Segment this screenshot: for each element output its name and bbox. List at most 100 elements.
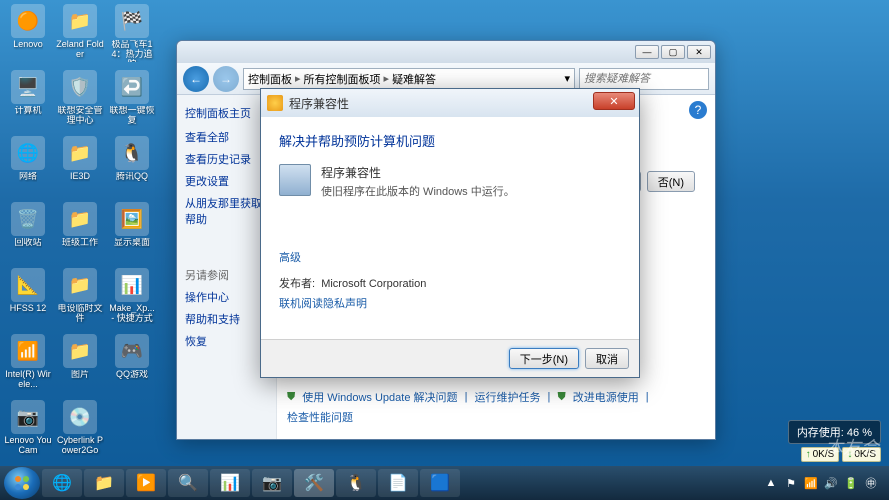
desktop-icon[interactable]: 💿Cyberlink Power2Go xyxy=(56,400,104,462)
desktop-icon[interactable]: 🏁极品飞车14：热力追踪 xyxy=(108,4,156,66)
desktop-icon[interactable]: 📊Make_Xp... - 快捷方式 xyxy=(108,268,156,330)
icon-label: HFSS 12 xyxy=(10,304,47,314)
icon-label: 极品飞车14：热力追踪 xyxy=(108,40,156,62)
desktop-icon[interactable]: 🛡️联想安全管理中心 xyxy=(56,70,104,132)
shield-icon xyxy=(267,95,283,111)
sidebar-link[interactable]: 从朋友那里获取帮助 xyxy=(185,195,268,227)
icon-label: 腾讯QQ xyxy=(116,172,148,182)
icon-image: 📁 xyxy=(63,4,97,38)
desktop-icon[interactable]: 📐HFSS 12 xyxy=(4,268,52,330)
start-button[interactable] xyxy=(4,467,40,499)
icon-label: Lenovo xyxy=(13,40,43,50)
link-power[interactable]: 改进电源使用 xyxy=(573,389,639,405)
desktop-icon[interactable]: 📁IE3D xyxy=(56,136,104,198)
taskbar-item-media[interactable]: ▶️ xyxy=(126,469,166,497)
icon-image: 🌐 xyxy=(11,136,45,170)
icon-image: 🖼️ xyxy=(115,202,149,236)
breadcrumb-item[interactable]: 所有控制面板项 xyxy=(304,71,381,87)
shield-icon: ⛊ xyxy=(557,391,565,404)
icon-image: 🗑️ xyxy=(11,202,45,236)
compatibility-wizard: 程序兼容性 ✕ 解决并帮助预防计算机问题 程序兼容性 使旧程序在此版本的 Win… xyxy=(260,88,640,378)
icon-image: 📁 xyxy=(63,268,97,302)
sidebar-link[interactable]: 查看历史记录 xyxy=(185,151,268,167)
icon-label: Lenovo YouCam xyxy=(4,436,52,456)
icon-image: ↩️ xyxy=(115,70,149,104)
desktop-icon[interactable]: 🗑️ 回收站 xyxy=(4,202,52,264)
desktop-icon[interactable]: 🌐网络 xyxy=(4,136,52,198)
desktop-icon[interactable]: 📁电设临时文件 xyxy=(56,268,104,330)
desktop-icon[interactable]: 📁班级工作 xyxy=(56,202,104,264)
next-button[interactable]: 下一步(N) xyxy=(509,348,579,369)
tray-ime-icon[interactable]: ㊥ xyxy=(863,475,879,491)
icon-label: Make_Xp... - 快捷方式 xyxy=(108,304,156,324)
minimize-button[interactable]: — xyxy=(635,45,659,59)
breadcrumb-item[interactable]: 控制面板 xyxy=(248,71,292,87)
system-tray: ▲ ⚑ 📶 🔊 🔋 ㊥ xyxy=(763,475,885,491)
desktop-icon[interactable]: 📁Zeland Folder xyxy=(56,4,104,66)
cancel-button[interactable]: 取消 xyxy=(585,348,629,369)
no-button[interactable]: 否(N) xyxy=(647,171,695,192)
see-also-link[interactable]: 操作中心 xyxy=(185,289,268,305)
taskbar-item-monitor[interactable]: 📊 xyxy=(210,469,250,497)
desktop-icon[interactable]: 🟠Lenovo xyxy=(4,4,52,66)
window-titlebar[interactable]: — ▢ ✕ xyxy=(177,41,715,63)
taskbar-item-explorer[interactable]: 📁 xyxy=(84,469,124,497)
taskbar-item-ie[interactable]: 🌐 xyxy=(42,469,82,497)
close-button[interactable]: ✕ xyxy=(593,92,635,110)
icon-label: QQ游戏 xyxy=(116,370,148,380)
shield-icon: ⛊ xyxy=(287,391,295,404)
desktop-icon[interactable]: 🎮 QQ游戏 xyxy=(108,334,156,396)
tray-action-icon[interactable]: ⚑ xyxy=(783,475,799,491)
tray-battery-icon[interactable]: 🔋 xyxy=(843,475,859,491)
icon-label: 显示桌面 xyxy=(114,238,150,248)
link-maintenance[interactable]: 运行维护任务 xyxy=(475,389,541,405)
icon-image: 🎮 xyxy=(115,334,149,368)
icon-label: 联想安全管理中心 xyxy=(56,106,104,126)
icon-image: 📁 xyxy=(63,202,97,236)
icon-label: Cyberlink Power2Go xyxy=(56,436,104,456)
taskbar: 🌐 📁 ▶️ 🔍 📊 📷 🛠️ 🐧 📄 🟦 ▲ ⚑ 📶 🔊 🔋 ㊥ xyxy=(0,466,889,500)
tray-volume-icon[interactable]: 🔊 xyxy=(823,475,839,491)
icon-image: 🏁 xyxy=(115,4,149,38)
icon-label: IE3D xyxy=(70,172,90,182)
desktop-icon[interactable]: 🖥️计算机 xyxy=(4,70,52,132)
help-icon[interactable]: ? xyxy=(689,101,707,119)
close-button[interactable]: ✕ xyxy=(687,45,711,59)
desktop-icon[interactable]: 📁图片 xyxy=(56,334,104,396)
desktop-icon[interactable]: ↩️联想一键恢复 xyxy=(108,70,156,132)
maximize-button[interactable]: ▢ xyxy=(661,45,685,59)
icon-image: 🛡️ xyxy=(63,70,97,104)
icon-label: Zeland Folder xyxy=(56,40,104,60)
desktop-icon[interactable]: 🖼️ 显示桌面 xyxy=(108,202,156,264)
tray-expand-icon[interactable]: ▲ xyxy=(763,475,779,491)
icon-image: 📶 xyxy=(11,334,45,368)
tray-network-icon[interactable]: 📶 xyxy=(803,475,819,491)
see-also-link[interactable]: 帮助和支持 xyxy=(185,311,268,327)
link-windows-update[interactable]: 使用 Windows Update 解决问题 xyxy=(302,389,457,405)
icon-label: Intel(R) Wirele... xyxy=(4,370,52,390)
taskbar-item-qq[interactable]: 🐧 xyxy=(336,469,376,497)
taskbar-item-camera[interactable]: 📷 xyxy=(252,469,292,497)
sidebar-home[interactable]: 控制面板主页 xyxy=(185,105,268,121)
forward-button[interactable]: → xyxy=(213,66,239,92)
wizard-titlebar[interactable]: 程序兼容性 ✕ xyxy=(261,89,639,117)
sidebar-link[interactable]: 更改设置 xyxy=(185,173,268,189)
back-button[interactable]: ← xyxy=(183,66,209,92)
link-performance[interactable]: 检查性能问题 xyxy=(287,409,353,425)
taskbar-item-app2[interactable]: 🟦 xyxy=(420,469,460,497)
sidebar-link[interactable]: 查看全部 xyxy=(185,129,268,145)
taskbar-item-app[interactable]: 📄 xyxy=(378,469,418,497)
icon-label: 回收站 xyxy=(14,238,41,248)
breadcrumb[interactable]: 控制面板▸ 所有控制面板项▸ 疑难解答 ▾ xyxy=(243,68,575,90)
breadcrumb-item[interactable]: 疑难解答 xyxy=(392,71,436,87)
wizard-title: 程序兼容性 xyxy=(289,95,349,112)
desktop-icon[interactable]: 🐧腾讯QQ xyxy=(108,136,156,198)
taskbar-item-sogou[interactable]: 🔍 xyxy=(168,469,208,497)
advanced-link[interactable]: 高级 xyxy=(279,249,621,265)
desktop-icon[interactable]: 📷Lenovo YouCam xyxy=(4,400,52,462)
taskbar-item-controlpanel[interactable]: 🛠️ xyxy=(294,469,334,497)
privacy-link[interactable]: 联机阅读隐私声明 xyxy=(279,295,621,311)
see-also-link[interactable]: 恢复 xyxy=(185,333,268,349)
desktop-icon[interactable]: 📶Intel(R) Wirele... xyxy=(4,334,52,396)
search-input[interactable] xyxy=(579,68,709,90)
